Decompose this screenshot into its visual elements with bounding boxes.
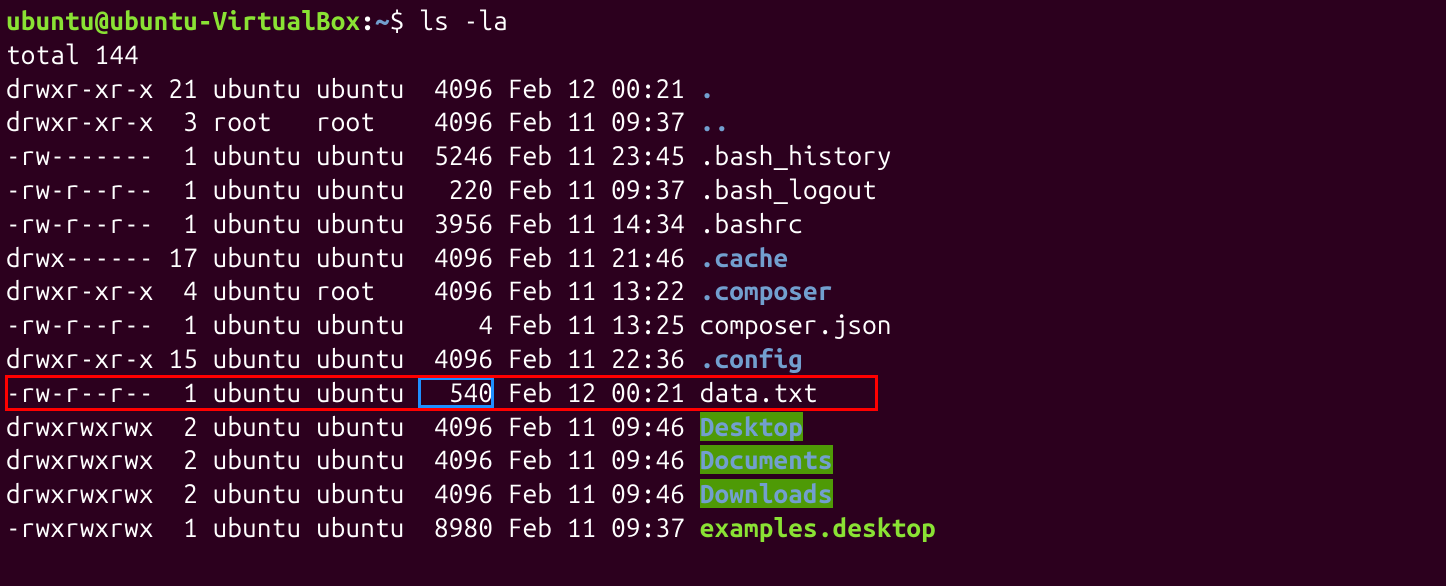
file-row-prefix: drwxrwxrwx 2 ubuntu ubuntu <box>6 412 419 441</box>
file-name: .config <box>700 344 803 373</box>
file-date: Feb 11 09:46 <box>493 479 700 508</box>
file-size: 8980 <box>419 513 493 542</box>
file-row: -rw-r--r-- 1 ubuntu ubuntu 540 Feb 12 00… <box>6 376 1440 410</box>
file-name: .composer <box>700 276 833 305</box>
file-row: drwxr-xr-x 4 ubuntu root 4096 Feb 11 13:… <box>6 274 1440 308</box>
file-date: Feb 11 14:34 <box>493 209 700 238</box>
file-date: Feb 11 21:46 <box>493 243 700 272</box>
file-row-prefix: -rw------- 1 ubuntu ubuntu <box>6 141 419 170</box>
file-size: 4096 <box>419 74 493 103</box>
file-row-prefix: -rw-r--r-- 1 ubuntu ubuntu <box>6 175 419 204</box>
file-row: drwxrwxrwx 2 ubuntu ubuntu 4096 Feb 11 0… <box>6 477 1440 511</box>
file-size: 4096 <box>419 276 493 305</box>
file-size: 4 <box>419 310 493 339</box>
file-row-prefix: drwx------ 17 ubuntu ubuntu <box>6 243 419 272</box>
file-size: 4096 <box>419 107 493 136</box>
file-row-prefix: -rw-r--r-- 1 ubuntu ubuntu <box>6 209 419 238</box>
file-name: .cache <box>700 243 789 272</box>
file-date: Feb 12 00:21 <box>493 378 700 407</box>
file-date: Feb 12 00:21 <box>493 74 700 103</box>
file-name: . <box>700 74 715 103</box>
total-line: total 144 <box>6 38 1440 72</box>
file-name: Downloads <box>700 479 833 508</box>
file-size: 4096 <box>419 412 493 441</box>
file-date: Feb 11 09:46 <box>493 445 700 474</box>
file-row: drwxrwxrwx 2 ubuntu ubuntu 4096 Feb 11 0… <box>6 443 1440 477</box>
file-row-prefix: drwxrwxrwx 2 ubuntu ubuntu <box>6 445 419 474</box>
file-date: Feb 11 09:46 <box>493 412 700 441</box>
file-row-prefix: drwxr-xr-x 15 ubuntu ubuntu <box>6 344 419 373</box>
file-date: Feb 11 13:22 <box>493 276 700 305</box>
file-size: 4096 <box>419 344 493 373</box>
file-date: Feb 11 22:36 <box>493 344 700 373</box>
file-date: Feb 11 09:37 <box>493 175 700 204</box>
file-name: Documents <box>700 445 833 474</box>
file-name: examples.desktop <box>700 513 936 542</box>
file-date: Feb 11 23:45 <box>493 141 700 170</box>
prompt-user-host: ubuntu@ubuntu-VirtualBox <box>6 6 360 35</box>
command-text: ls -la <box>405 6 508 35</box>
file-row-prefix: -rw-r--r-- 1 ubuntu ubuntu <box>6 310 419 339</box>
file-row-prefix: -rw-r--r-- 1 ubuntu ubuntu <box>6 378 419 407</box>
file-name: .bash_history <box>700 141 892 170</box>
file-date: Feb 11 13:25 <box>493 310 700 339</box>
file-name: Desktop <box>700 412 803 441</box>
file-row: -rw-r--r-- 1 ubuntu ubuntu 4 Feb 11 13:2… <box>6 308 1440 342</box>
file-size: 4096 <box>419 479 493 508</box>
file-size: 4096 <box>419 445 493 474</box>
file-row: -rw-r--r-- 1 ubuntu ubuntu 220 Feb 11 09… <box>6 173 1440 207</box>
file-name: .bash_logout <box>700 175 877 204</box>
file-size: 540 <box>419 378 493 407</box>
file-row-prefix: drwxrwxrwx 2 ubuntu ubuntu <box>6 479 419 508</box>
file-date: Feb 11 09:37 <box>493 107 700 136</box>
prompt-path: ~ <box>375 6 390 35</box>
file-size: 220 <box>419 175 493 204</box>
file-row: drwxr-xr-x 15 ubuntu ubuntu 4096 Feb 11 … <box>6 342 1440 376</box>
file-name: .. <box>700 107 730 136</box>
file-row: drwx------ 17 ubuntu ubuntu 4096 Feb 11 … <box>6 241 1440 275</box>
file-row-prefix: drwxr-xr-x 3 root root <box>6 107 419 136</box>
file-name: .bashrc <box>700 209 803 238</box>
file-row: -rwxrwxrwx 1 ubuntu ubuntu 8980 Feb 11 0… <box>6 511 1440 545</box>
file-size: 5246 <box>419 141 493 170</box>
file-size: 3956 <box>419 209 493 238</box>
file-row: -rw------- 1 ubuntu ubuntu 5246 Feb 11 2… <box>6 139 1440 173</box>
file-name: composer.json <box>700 310 892 339</box>
file-row: drwxrwxrwx 2 ubuntu ubuntu 4096 Feb 11 0… <box>6 410 1440 444</box>
file-date: Feb 11 09:37 <box>493 513 700 542</box>
file-size: 4096 <box>419 243 493 272</box>
prompt-separator: : <box>360 6 375 35</box>
file-row-prefix: -rwxrwxrwx 1 ubuntu ubuntu <box>6 513 419 542</box>
file-row-prefix: drwxr-xr-x 4 ubuntu root <box>6 276 419 305</box>
file-row: drwxr-xr-x 3 root root 4096 Feb 11 09:37… <box>6 105 1440 139</box>
prompt-dollar: $ <box>390 6 405 35</box>
prompt-line: ubuntu@ubuntu-VirtualBox:~$ ls -la <box>6 4 1440 38</box>
file-row: -rw-r--r-- 1 ubuntu ubuntu 3956 Feb 11 1… <box>6 207 1440 241</box>
terminal-output[interactable]: ubuntu@ubuntu-VirtualBox:~$ ls -latotal … <box>6 4 1440 545</box>
file-row: drwxr-xr-x 21 ubuntu ubuntu 4096 Feb 12 … <box>6 72 1440 106</box>
highlighted-row: -rw-r--r-- 1 ubuntu ubuntu 540 Feb 12 00… <box>6 376 877 410</box>
file-name: data.txt <box>700 378 818 407</box>
file-row-prefix: drwxr-xr-x 21 ubuntu ubuntu <box>6 74 419 103</box>
